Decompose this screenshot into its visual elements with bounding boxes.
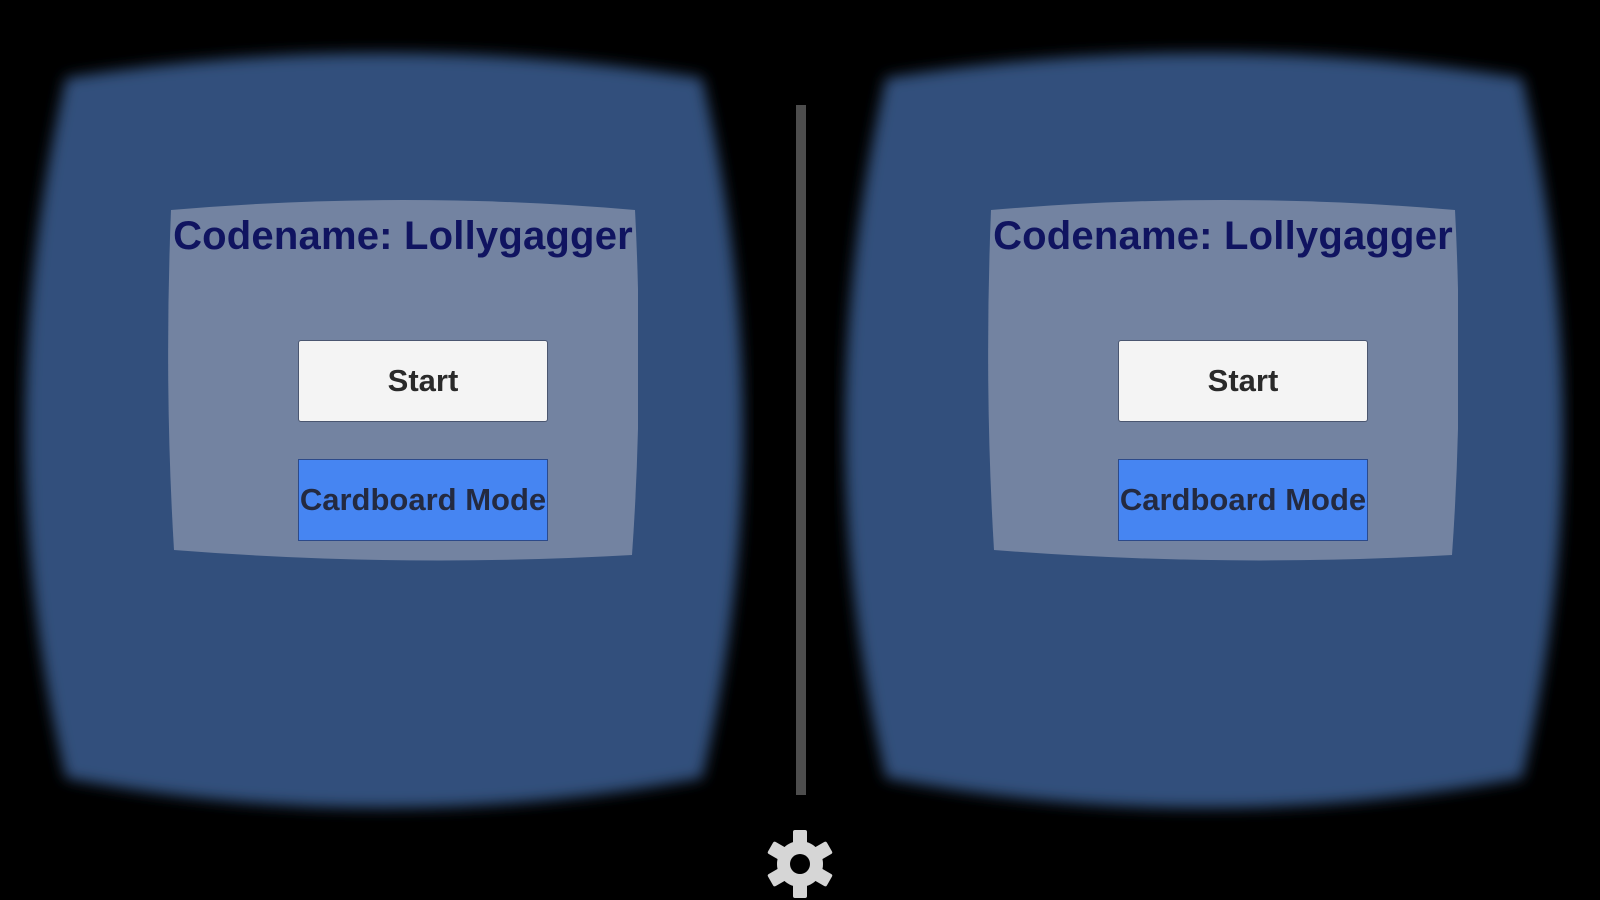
game-title: Codename: Lollygagger bbox=[993, 214, 1453, 258]
cardboard-mode-button[interactable]: Cardboard Mode bbox=[298, 459, 548, 541]
cardboard-mode-button[interactable]: Cardboard Mode bbox=[1118, 459, 1368, 541]
main-menu-panel: Codename: Lollygagger Start Cardboard Mo… bbox=[988, 200, 1458, 570]
left-eye-viewport: Codename: Lollygagger Start Cardboard Mo… bbox=[14, 38, 754, 828]
gear-icon[interactable] bbox=[766, 830, 834, 898]
vr-stereo-view: Codename: Lollygagger Start Cardboard Mo… bbox=[0, 0, 1600, 900]
main-menu-panel: Codename: Lollygagger Start Cardboard Mo… bbox=[168, 200, 638, 570]
game-title: Codename: Lollygagger bbox=[173, 214, 633, 258]
start-button[interactable]: Start bbox=[1118, 340, 1368, 422]
start-button[interactable]: Start bbox=[298, 340, 548, 422]
right-eye-viewport: Codename: Lollygagger Start Cardboard Mo… bbox=[834, 38, 1574, 828]
eye-divider-line bbox=[796, 105, 806, 795]
